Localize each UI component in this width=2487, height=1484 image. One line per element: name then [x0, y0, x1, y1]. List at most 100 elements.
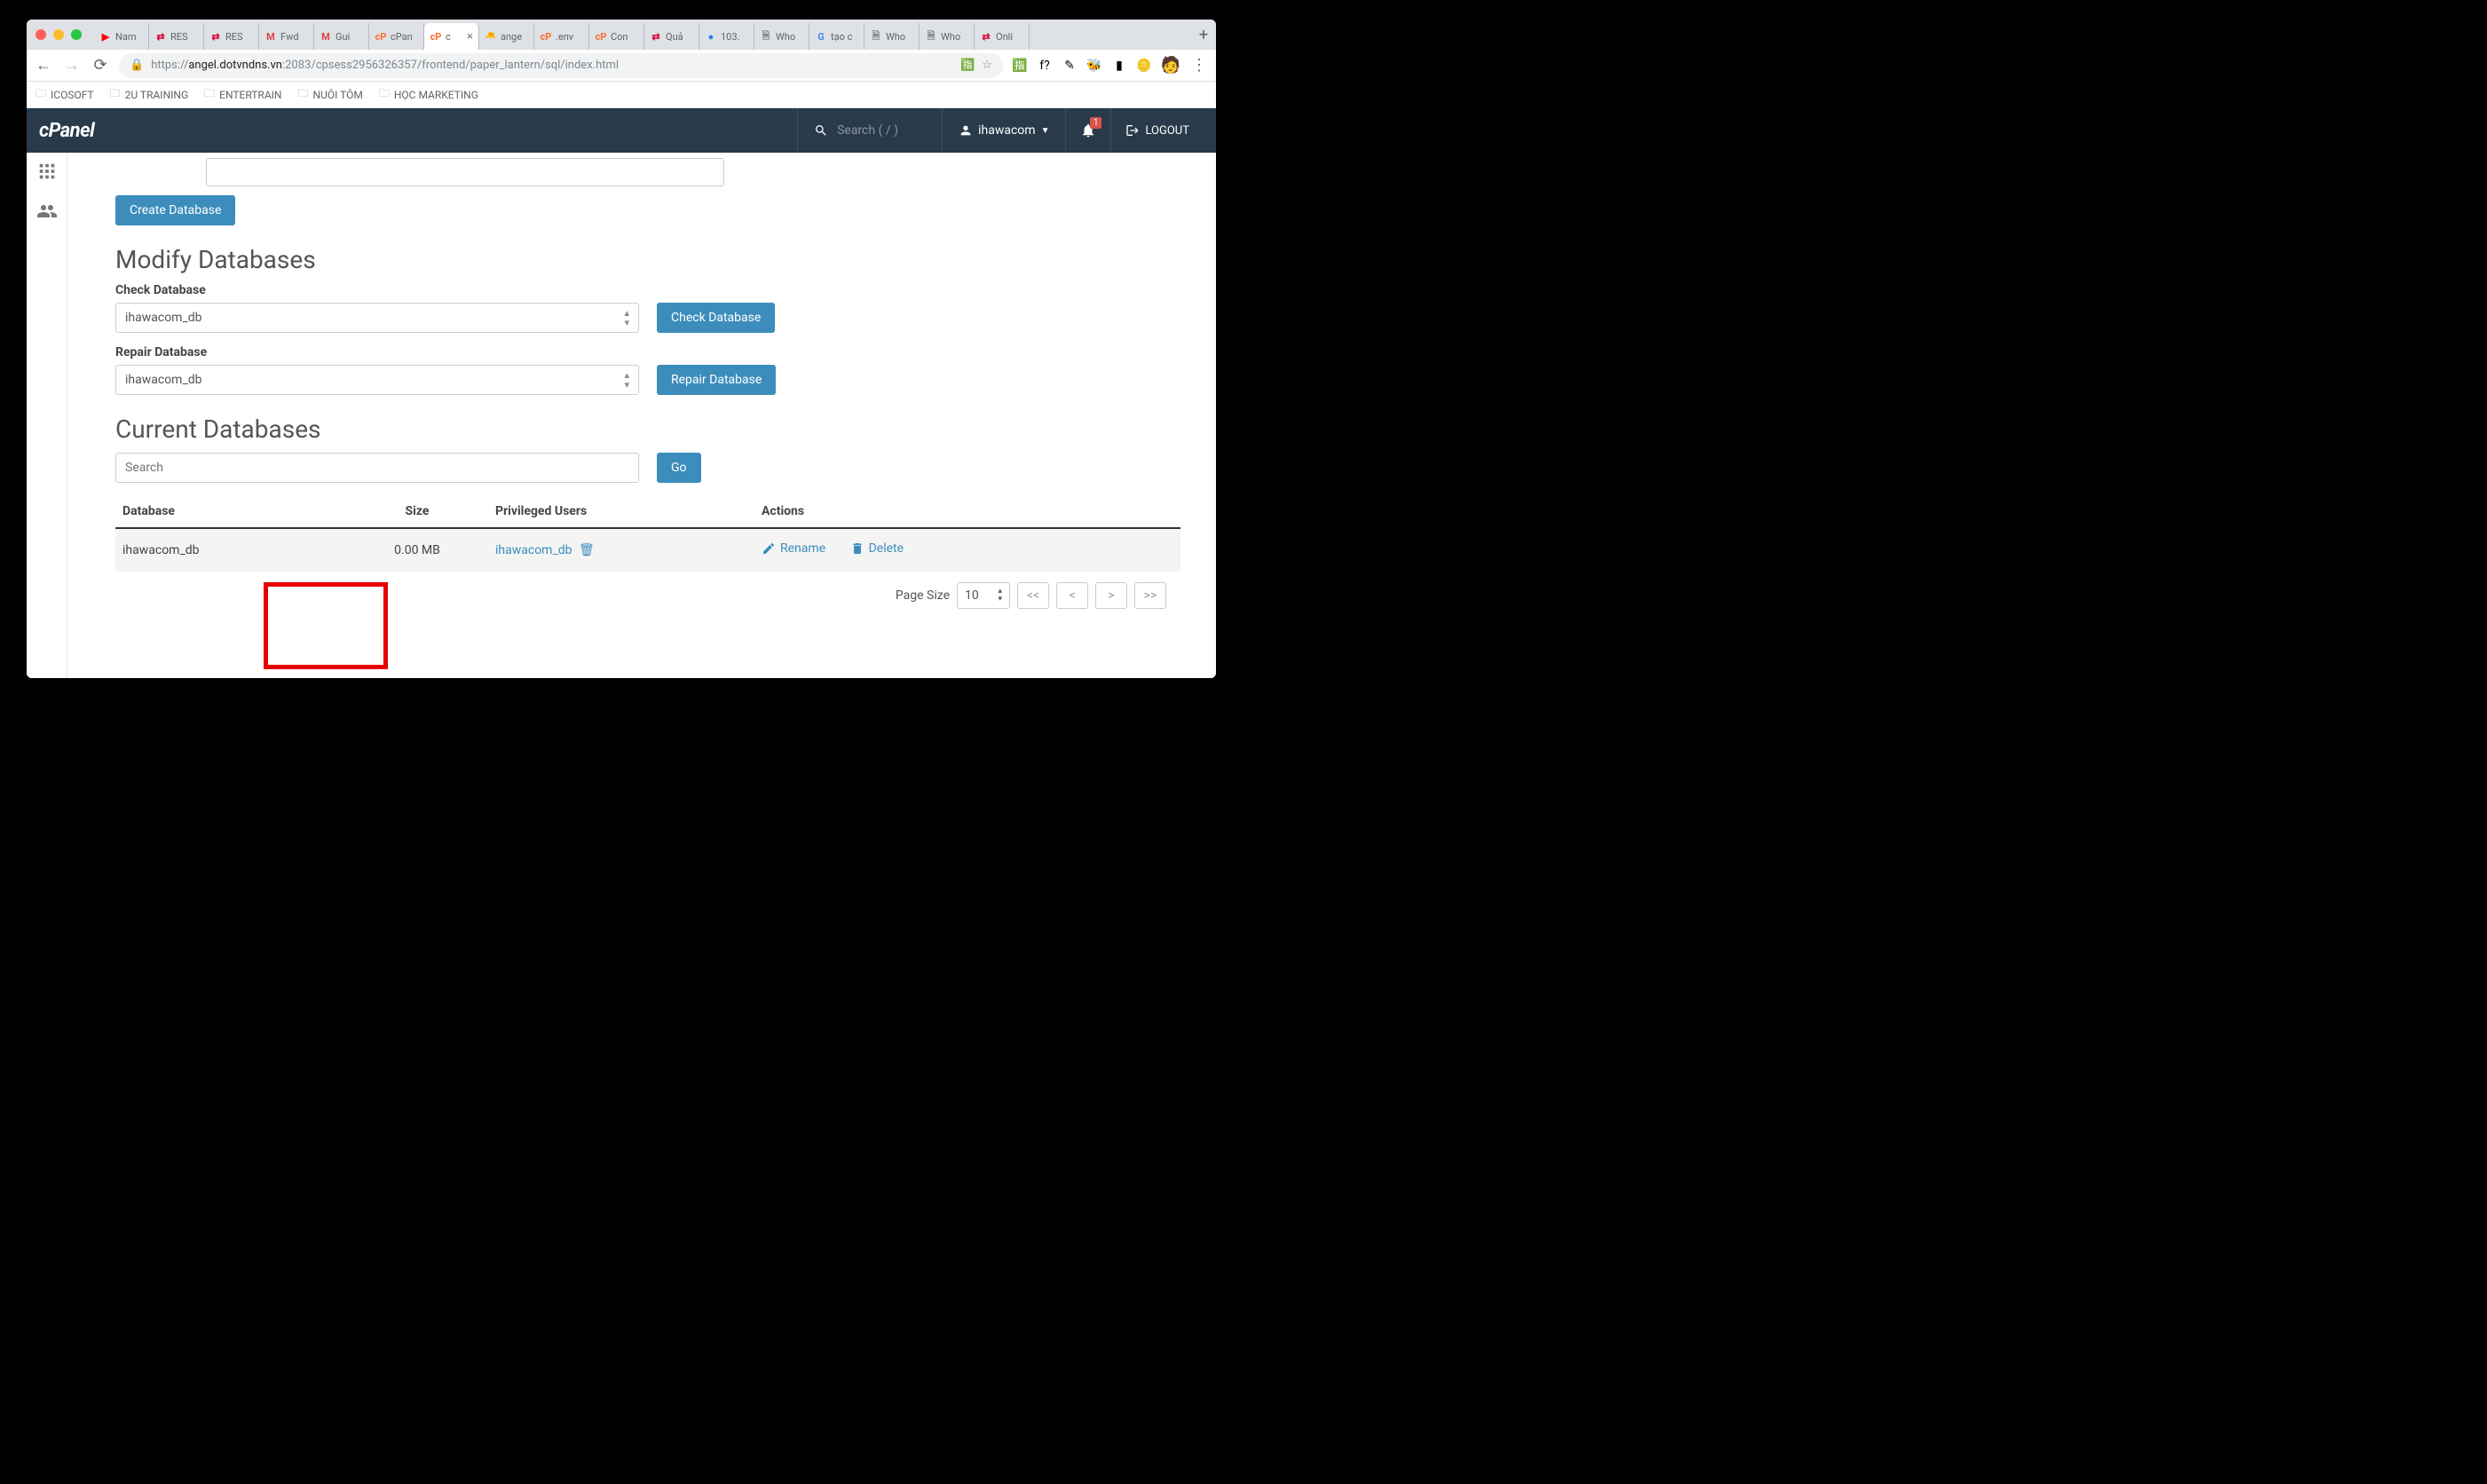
browser-window: ▶Nam⇄RES⇄RESMFwdMGuicPcPancPc×🐣angecP.en…	[27, 20, 1216, 678]
cpanel-search[interactable]	[797, 108, 942, 153]
extension-icon[interactable]: f?	[1037, 58, 1053, 74]
page-size-select[interactable]: 10 ▴▾	[957, 582, 1010, 609]
repair-database-label: Repair Database	[115, 345, 1207, 359]
page-prev[interactable]: <	[1056, 582, 1088, 609]
col-database[interactable]: Database	[115, 495, 346, 528]
browser-tab[interactable]: ⇄RES	[204, 23, 259, 50]
close-tab-icon[interactable]: ×	[467, 30, 473, 43]
tab-title: 103.	[721, 31, 739, 43]
search-icon	[814, 123, 828, 138]
star-icon[interactable]: ☆	[982, 59, 992, 72]
browser-tab[interactable]: MGui	[314, 23, 369, 50]
browser-tab[interactable]: ●103.	[699, 23, 754, 50]
url-input[interactable]: 🔒 https://angel.dotvndns.vn:2083/cpsess2…	[119, 53, 1003, 78]
db-name-input[interactable]	[206, 158, 724, 186]
tab-title: cPan	[391, 31, 413, 43]
favicon: 🗎	[870, 30, 882, 43]
go-button[interactable]: Go	[657, 453, 701, 483]
maximize-window[interactable]	[71, 29, 82, 40]
tab-title: Who	[941, 31, 960, 43]
tab-title: .env	[556, 31, 573, 43]
rename-action[interactable]: Rename	[762, 541, 825, 556]
bookmark-folder[interactable]: 🗀NUÔI TÔM	[297, 85, 362, 104]
reload-button[interactable]: ⟳	[91, 56, 110, 75]
pagination: Page Size 10 ▴▾ << < > >>	[115, 572, 1180, 609]
cpanel-search-input[interactable]	[837, 123, 926, 138]
main-content: Create Database Modify Databases Check D…	[67, 153, 1216, 678]
page-size-label: Page Size	[896, 588, 950, 603]
extension-icon[interactable]: 🪙	[1136, 58, 1152, 74]
create-database-button[interactable]: Create Database	[115, 195, 235, 225]
col-size[interactable]: Size	[346, 495, 488, 528]
bookmark-folder[interactable]: 🗀2U TRAINING	[110, 85, 189, 104]
browser-tab[interactable]: cPCon	[589, 23, 644, 50]
check-database-select[interactable]: ihawacom_db ▴▾	[115, 303, 639, 333]
browser-tab[interactable]: ▶Nam	[94, 23, 149, 50]
repair-database-value: ihawacom_db	[125, 373, 202, 387]
col-actions: Actions	[754, 495, 1180, 528]
browser-tab[interactable]: ⇄Onli	[975, 23, 1030, 50]
browser-tab[interactable]: Gtạo c	[809, 23, 865, 50]
url-text: https://angel.dotvndns.vn:2083/cpsess295…	[151, 59, 619, 72]
browser-tab[interactable]: cPcPan	[369, 23, 424, 50]
cpanel-logo: cPanel	[39, 120, 94, 142]
bookmark-folder[interactable]: 🗀ENTERTRAIN	[204, 85, 281, 104]
extension-icon[interactable]: ▮	[1111, 58, 1127, 74]
browser-tab[interactable]: cP .env	[534, 23, 589, 50]
folder-icon: 🗀	[204, 85, 215, 104]
check-database-value: ihawacom_db	[125, 311, 202, 325]
page-last[interactable]: >>	[1134, 582, 1166, 609]
bookmark-folder[interactable]: 🗀ICOSOFT	[36, 85, 94, 104]
col-users[interactable]: Privileged Users	[488, 495, 754, 528]
check-database-button[interactable]: Check Database	[657, 303, 775, 333]
sidebar-home-icon[interactable]	[37, 162, 57, 185]
select-chevron-icon: ▴▾	[998, 588, 1002, 604]
menu-button[interactable]: ⋮	[1189, 56, 1209, 75]
favicon: 🗎	[925, 30, 937, 43]
page-next[interactable]: >	[1095, 582, 1127, 609]
tab-title: RES	[170, 31, 188, 43]
user-menu[interactable]: ihawacom ▼	[942, 108, 1065, 153]
forward-button[interactable]: →	[62, 56, 82, 75]
modify-databases-heading: Modify Databases	[115, 245, 1207, 274]
favicon: cP	[430, 30, 442, 43]
browser-tab[interactable]: 🗎 Who	[865, 23, 920, 50]
browser-tab[interactable]: ⇄RES	[149, 23, 204, 50]
extension-icon[interactable]: ✎	[1062, 58, 1078, 74]
browser-tab[interactable]: cP c ×	[424, 23, 479, 50]
tab-bar: ▶Nam⇄RES⇄RESMFwdMGuicPcPancPc×🐣angecP.en…	[27, 20, 1216, 50]
privileged-user-link[interactable]: ihawacom_db	[495, 543, 572, 557]
extension-icon[interactable]: 🈯	[1012, 58, 1028, 74]
select-chevron-icon: ▴▾	[624, 370, 629, 390]
bookmark-folder[interactable]: 🗀HỌC MARKETING	[379, 85, 478, 104]
logout-label: LOGOUT	[1145, 124, 1189, 138]
page-first[interactable]: <<	[1017, 582, 1049, 609]
repair-database-select[interactable]: ihawacom_db ▴▾	[115, 365, 639, 395]
database-search-input[interactable]	[115, 453, 639, 483]
extension-icon[interactable]: 🐝	[1086, 58, 1102, 74]
bookmarks-bar: 🗀ICOSOFT 🗀2U TRAINING 🗀ENTERTRAIN 🗀NUÔI TÔM…	[27, 82, 1216, 108]
repair-database-button[interactable]: Repair Database	[657, 365, 776, 395]
browser-tab[interactable]: 🗎 Who	[920, 23, 975, 50]
pencil-icon	[762, 541, 776, 556]
browser-tab[interactable]: 🐣ange	[479, 23, 534, 50]
sidebar-users-icon[interactable]	[36, 201, 58, 225]
profile-avatar[interactable]: 🧑	[1161, 56, 1180, 75]
remove-user-icon[interactable]: 🗑	[579, 543, 595, 557]
logout-button[interactable]: LOGOUT	[1110, 108, 1204, 153]
tab-title: Who	[886, 31, 905, 43]
notifications[interactable]: 1	[1065, 108, 1110, 153]
browser-tab[interactable]: 🗎Who	[754, 23, 809, 50]
notification-badge: 1	[1090, 117, 1102, 129]
close-window[interactable]	[36, 29, 46, 40]
tab-title: c	[446, 31, 451, 43]
minimize-window[interactable]	[53, 29, 64, 40]
back-button[interactable]: ←	[34, 56, 53, 75]
favicon: cP	[540, 30, 552, 43]
browser-tab[interactable]: MFwd	[259, 23, 314, 50]
username: ihawacom	[978, 123, 1035, 138]
browser-tab[interactable]: ⇄Quả	[644, 23, 699, 50]
translate-icon[interactable]: 🈯	[960, 59, 975, 72]
delete-action[interactable]: Delete	[850, 541, 904, 556]
new-tab-button[interactable]: +	[1191, 26, 1216, 44]
